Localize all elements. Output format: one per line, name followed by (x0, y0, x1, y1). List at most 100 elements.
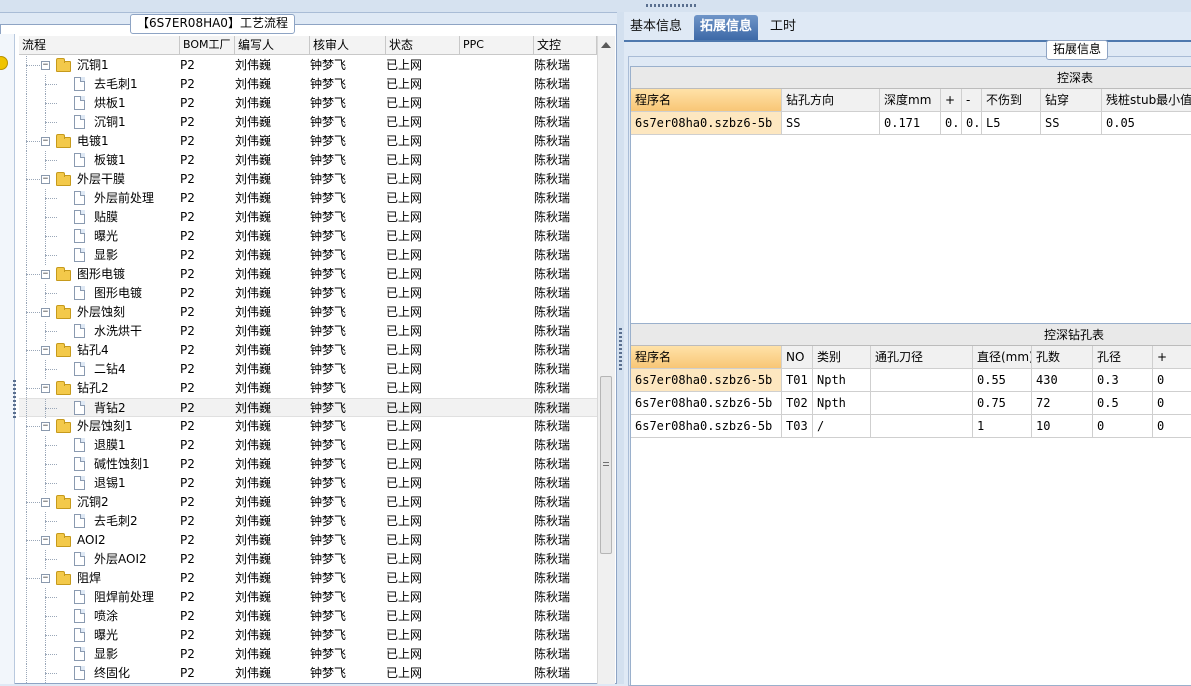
column-header[interactable]: 钻穿 (1041, 89, 1102, 111)
cell-reviewer: 钟梦飞 (310, 666, 347, 680)
tree-node-folder[interactable]: − 沉铜2 P2 刘伟巍 钟梦飞 已上网 陈秋瑞 (19, 493, 597, 512)
column-header-doc-control[interactable]: 文控 (534, 36, 597, 54)
column-header-reviewer[interactable]: 核审人 (310, 36, 386, 54)
collapse-toggle-icon[interactable]: − (41, 384, 50, 393)
tree-node-step[interactable]: 喷涂 P2 刘伟巍 钟梦飞 已上网 陈秋瑞 (19, 607, 597, 626)
tree-node-step[interactable]: 图形电镀 P2 刘伟巍 钟梦飞 已上网 陈秋瑞 (19, 284, 597, 303)
tree-node-folder[interactable]: − 钻孔2 P2 刘伟巍 钟梦飞 已上网 陈秋瑞 (19, 379, 597, 398)
table-row[interactable]: 6s7er08ha0.szbz6-5b T01 Npth 0.55 430 0.3 0 (631, 369, 1191, 392)
tree-node-folder[interactable]: − 沉铜1 P2 刘伟巍 钟梦飞 已上网 陈秋瑞 (19, 56, 597, 75)
drag-grip-icon[interactable] (646, 4, 698, 7)
tree-line (26, 474, 27, 493)
tree-node-step[interactable]: 板镀1 P2 刘伟巍 钟梦飞 已上网 陈秋瑞 (19, 151, 597, 170)
depth-table-body: 6s7er08ha0.szbz6-5bSS0.1710..0..L5SS0.05 (631, 112, 1191, 135)
tab-extended-info[interactable]: 拓展信息 (694, 15, 759, 40)
scroll-up-arrow-icon[interactable] (601, 42, 611, 48)
column-header-flow[interactable]: 流程 (19, 36, 180, 54)
tree-node-step[interactable]: 碱性蚀刻1 P2 刘伟巍 钟梦飞 已上网 陈秋瑞 (19, 455, 597, 474)
collapse-toggle-icon[interactable]: − (41, 308, 50, 317)
scroll-thumb[interactable] (600, 376, 612, 554)
tree-node-step[interactable]: 水洗烘干 P2 刘伟巍 钟梦飞 已上网 陈秋瑞 (19, 322, 597, 341)
tree-node-step[interactable]: 曝光 P2 刘伟巍 钟梦飞 已上网 陈秋瑞 (19, 227, 597, 246)
tree-scrollbar[interactable] (597, 36, 615, 684)
column-header[interactable]: - (962, 89, 982, 111)
tree-line (26, 75, 27, 94)
tree-node-folder[interactable]: − 外层干膜 P2 刘伟巍 钟梦飞 已上网 陈秋瑞 (19, 170, 597, 189)
tree-node-step[interactable]: 二钻4 P2 刘伟巍 钟梦飞 已上网 陈秋瑞 (19, 360, 597, 379)
collapse-toggle-icon[interactable]: − (41, 175, 50, 184)
tree-node-step[interactable]: 阻焊前处理 P2 刘伟巍 钟梦飞 已上网 陈秋瑞 (19, 588, 597, 607)
table-row[interactable]: 6s7er08ha0.szbz6-5bSS0.1710..0..L5SS0.05 (631, 112, 1191, 135)
column-header[interactable]: 类别 (813, 346, 871, 368)
column-header-bom[interactable]: BOM工厂 (180, 36, 235, 54)
collapse-toggle-icon[interactable]: − (41, 270, 50, 279)
column-header-ppc[interactable]: PPC (460, 36, 534, 54)
column-header-status[interactable]: 状态 (386, 36, 460, 54)
table-cell: L5 (982, 112, 1041, 134)
tree-line (26, 550, 27, 569)
table-cell: Npth (813, 369, 871, 391)
tree-node-step[interactable]: 曝光 P2 刘伟巍 钟梦飞 已上网 陈秋瑞 (19, 626, 597, 645)
tree-node-step[interactable]: 贴膜 P2 刘伟巍 钟梦飞 已上网 陈秋瑞 (19, 208, 597, 227)
table-row[interactable]: 6s7er08ha0.szbz6-5b T03/1 10 0 0 (631, 415, 1191, 438)
tree-node-step[interactable]: 去毛刺1 P2 刘伟巍 钟梦飞 已上网 陈秋瑞 (19, 75, 597, 94)
column-header[interactable]: + (941, 89, 962, 111)
tree-node-folder[interactable]: − 外层蚀刻 P2 刘伟巍 钟梦飞 已上网 陈秋瑞 (19, 303, 597, 322)
column-header[interactable]: 孔径 (1093, 346, 1153, 368)
collapse-toggle-icon[interactable]: − (41, 574, 50, 583)
tree-node-folder[interactable]: − AOI2 P2 刘伟巍 钟梦飞 已上网 陈秋瑞 (19, 531, 597, 550)
left-collapse-strip[interactable] (0, 34, 16, 684)
tree-node-folder[interactable]: − 阻焊 P2 刘伟巍 钟梦飞 已上网 陈秋瑞 (19, 569, 597, 588)
column-header[interactable]: 深度mm (880, 89, 941, 111)
tree-node-folder[interactable]: − 钻孔4 P2 刘伟巍 钟梦飞 已上网 陈秋瑞 (19, 341, 597, 360)
tree-line (45, 673, 57, 674)
column-header[interactable]: 不伤到 (982, 89, 1041, 111)
column-header[interactable]: NO (782, 346, 813, 368)
collapse-toggle-icon[interactable]: − (41, 536, 50, 545)
column-header[interactable]: + (1153, 346, 1191, 368)
cell-bom: P2 (180, 457, 195, 471)
column-header[interactable]: 程序名 (631, 89, 782, 111)
document-icon (74, 191, 85, 205)
tree-line (45, 521, 57, 522)
tree-node-label: AOI2 (77, 533, 106, 547)
column-header[interactable]: 残桩stub最小值 (1102, 89, 1191, 111)
tree-node-step[interactable]: 去毛刺2 P2 刘伟巍 钟梦飞 已上网 陈秋瑞 (19, 512, 597, 531)
splitter-grip-icon[interactable] (13, 380, 16, 420)
splitter-grip-icon[interactable] (619, 328, 622, 372)
tree-node-step[interactable]: 外层AOI2 P2 刘伟巍 钟梦飞 已上网 陈秋瑞 (19, 550, 597, 569)
tree-node-step[interactable]: 显影 P2 刘伟巍 钟梦飞 已上网 陈秋瑞 (19, 645, 597, 664)
column-header[interactable]: 孔数 (1032, 346, 1093, 368)
tree-node-folder[interactable]: − 电镀1 P2 刘伟巍 钟梦飞 已上网 陈秋瑞 (19, 132, 597, 151)
column-header[interactable]: 通孔刀径 (871, 346, 973, 368)
tree-node-step[interactable]: 退锡1 P2 刘伟巍 钟梦飞 已上网 陈秋瑞 (19, 474, 597, 493)
tree-node-step[interactable]: 背钻2 P2 刘伟巍 钟梦飞 已上网 陈秋瑞 (19, 398, 597, 418)
table-row[interactable]: 6s7er08ha0.szbz6-5b T02 Npth 0.75 72 0.5 0 (631, 392, 1191, 415)
column-header[interactable]: 钻孔方向 (782, 89, 880, 111)
collapse-toggle-icon[interactable]: − (41, 346, 50, 355)
tree-node-folder[interactable]: − 外层蚀刻1 P2 刘伟巍 钟梦飞 已上网 陈秋瑞 (19, 417, 597, 436)
tree-line (45, 654, 57, 655)
collapse-toggle-icon[interactable]: − (41, 498, 50, 507)
tree-node-step[interactable]: 外层前处理 P2 刘伟巍 钟梦飞 已上网 陈秋瑞 (19, 189, 597, 208)
tree-node-step[interactable]: 烘板1 P2 刘伟巍 钟梦飞 已上网 陈秋瑞 (19, 94, 597, 113)
column-header[interactable]: 直径(mm) (973, 346, 1032, 368)
tab-basic-info[interactable]: 基本信息 (624, 15, 688, 40)
tree-node-step[interactable]: 终固化 P2 刘伟巍 钟梦飞 已上网 陈秋瑞 (19, 664, 597, 683)
tree-node-folder[interactable]: − 图形电镀 P2 刘伟巍 钟梦飞 已上网 陈秋瑞 (19, 265, 597, 284)
cell-reviewer: 钟梦飞 (310, 571, 347, 585)
cell-reviewer: 钟梦飞 (310, 153, 347, 167)
collapse-toggle-icon[interactable]: − (41, 422, 50, 431)
tree-node-step[interactable]: 沉铜1 P2 刘伟巍 钟梦飞 已上网 陈秋瑞 (19, 113, 597, 132)
cell-status: 已上网 (386, 343, 423, 357)
cell-status: 已上网 (386, 267, 423, 281)
column-header[interactable]: 程序名 (631, 346, 782, 368)
collapse-toggle-icon[interactable]: − (41, 137, 50, 146)
tree-node-step[interactable]: 退膜1 P2 刘伟巍 钟梦飞 已上网 陈秋瑞 (19, 436, 597, 455)
collapse-toggle-icon[interactable]: − (41, 61, 50, 70)
cell-ctrl: 陈秋瑞 (534, 362, 571, 376)
tab-work-hours[interactable]: 工时 (764, 15, 802, 40)
column-header-writer[interactable]: 编写人 (235, 36, 310, 54)
panel-splitter[interactable] (617, 12, 624, 684)
tree-node-step[interactable]: 显影 P2 刘伟巍 钟梦飞 已上网 陈秋瑞 (19, 246, 597, 265)
